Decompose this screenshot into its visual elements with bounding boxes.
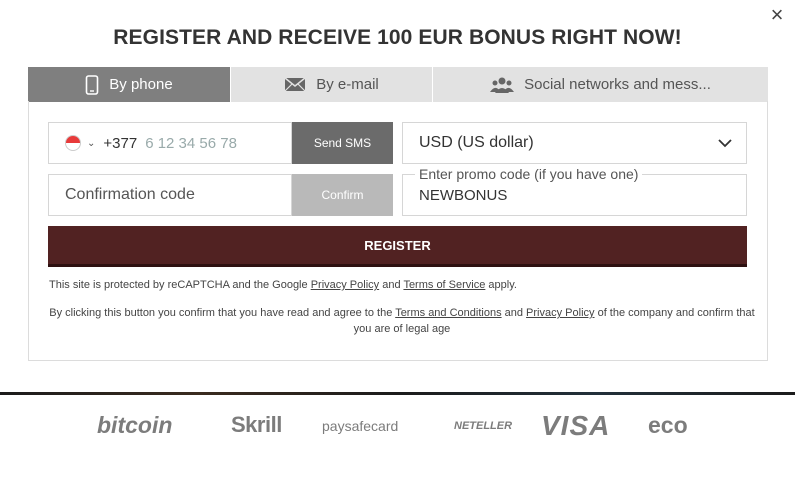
privacy-policy-link[interactable]: Privacy Policy [526,307,594,319]
agreement-text: By clicking this button you confirm that… [49,307,396,319]
tab-label: By phone [109,76,173,93]
terms-of-service-link[interactable]: Terms of Service [403,279,485,291]
chevron-down-icon[interactable]: ⌄ [87,138,95,149]
skrill-logo: Skrill [231,412,282,437]
registration-modal: × REGISTER AND RECEIVE 100 EUR BONUS RIG… [0,0,795,392]
recaptcha-text: This site is protected by reCAPTCHA and … [49,279,311,291]
privacy-policy-link[interactable]: Privacy Policy [311,279,379,291]
neteller-logo: NETELLER [454,420,513,432]
promo-code-value[interactable]: NEWBONUS [419,187,507,204]
confirmation-code-input[interactable] [49,175,291,215]
recaptcha-text: and [379,279,404,291]
currency-value: USD (US dollar) [419,134,534,151]
recaptcha-note: This site is protected by reCAPTCHA and … [49,279,517,291]
paysafecard-logo: paysafecard [322,418,399,434]
promo-code-label: Enter promo code (if you have one) [415,166,643,182]
register-button[interactable]: REGISTER [48,226,747,267]
envelope-icon [284,77,306,92]
tab-by-phone[interactable]: By phone [28,67,230,102]
tab-social-networks[interactable]: Social networks and mess... [432,67,768,102]
bitcoin-logo: bitcoin [97,412,173,438]
recaptcha-text: apply. [485,279,517,291]
send-sms-button[interactable]: Send SMS [292,122,393,164]
phone-field: ⌄ +377 [48,122,292,164]
tab-label: By e-mail [316,76,379,93]
phone-icon [85,74,99,95]
phone-prefix: +377 [103,134,138,152]
visa-logo: VISA [541,410,611,441]
chevron-down-icon [718,138,732,147]
divider [0,392,795,395]
phone-input[interactable] [145,134,276,152]
tab-by-email[interactable]: By e-mail [230,67,432,102]
close-icon[interactable]: × [766,4,788,26]
users-icon [490,77,515,93]
confirmation-code-field [48,174,292,216]
terms-and-conditions-link[interactable]: Terms and Conditions [395,307,501,319]
modal-title: REGISTER AND RECEIVE 100 EUR BONUS RIGHT… [113,26,682,49]
tab-label: Social networks and mess... [524,76,711,93]
confirm-button[interactable]: Confirm [292,174,393,216]
registration-tabs: By phone By e-mail Social networks and m… [28,67,768,102]
agreement-text: and [501,307,527,319]
currency-select[interactable]: USD (US dollar) [402,122,747,164]
promo-code-field[interactable]: Enter promo code (if you have one) NEWBO… [402,166,747,216]
payment-methods: bitcoin Skrill paysafecard NETELLER VISA… [0,398,795,488]
agreement-note: By clicking this button you confirm that… [48,305,756,337]
monaco-flag-icon[interactable] [65,135,81,151]
eco-logo: eco [648,412,688,438]
